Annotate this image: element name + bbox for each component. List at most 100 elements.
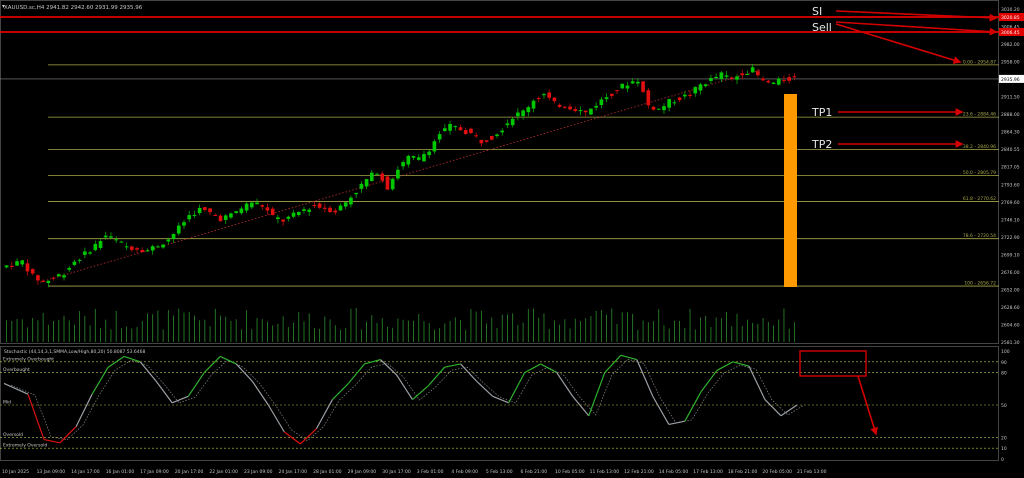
sell-label: Sell (812, 21, 832, 34)
candle-body (703, 84, 708, 87)
sell-arrow-1 (835, 21, 998, 36)
candle-body (390, 178, 395, 190)
candle-body (542, 94, 546, 96)
candle-body (469, 128, 473, 134)
candle-body (135, 248, 139, 250)
candle-body (448, 123, 452, 131)
candle-body (323, 207, 327, 209)
stoch-main-segment (444, 363, 461, 368)
candle-body (677, 97, 682, 101)
stoch-signal-line (10, 358, 805, 442)
stoch-main-segment (588, 372, 606, 417)
stoch-main-segment (716, 361, 734, 371)
candle-body (223, 215, 228, 220)
fib-label: 78.6 - 2720.54 (963, 233, 996, 239)
time-tick: 21 Feb 13:00 (797, 469, 827, 475)
candle-body (667, 99, 672, 108)
target-range-bar (784, 94, 797, 287)
candle-body (552, 97, 557, 102)
candle-body (729, 77, 734, 79)
sl-lines (0, 16, 999, 33)
candle-body (88, 252, 92, 254)
candle-body (328, 207, 332, 213)
candle-body (771, 82, 776, 85)
candle-body (453, 126, 458, 128)
candle-body (609, 93, 614, 96)
candle-body (213, 214, 218, 216)
candle-body (270, 208, 275, 216)
candle-body (385, 176, 390, 190)
candle-body (766, 80, 771, 83)
candle-body (510, 118, 515, 126)
candle-body (208, 208, 212, 213)
chart-header: XAUUSD.sc,H4 2941.82 2942.60 2931.99 293… (4, 5, 143, 11)
candle-body (709, 78, 713, 81)
candle-body (406, 155, 411, 165)
price-tick: 2746.10 (1001, 217, 1020, 223)
candle-body (51, 277, 56, 279)
candle-body (218, 215, 223, 222)
price-tick: 2982.00 (1001, 42, 1020, 48)
candle-body (750, 67, 755, 73)
fib-label: 100 - 2656.72 (964, 281, 996, 287)
trading-chart: XAUUSD.sc,H4 2941.82 2942.60 2931.99 293… (0, 0, 1024, 478)
candle-body (77, 259, 82, 261)
price-tick: 2840.55 (1001, 147, 1020, 153)
candle-body (119, 241, 124, 243)
stoch-main-segment (364, 359, 381, 365)
stoch-main-segment (460, 363, 478, 382)
stoch-level-label: Mid (3, 400, 11, 406)
fib-label: 0.00 - 2954.87 (963, 59, 996, 65)
stoch-main-segment (299, 428, 317, 445)
stoch-main-segment (764, 399, 782, 417)
stoch-level-label: Extremely Overbought (3, 356, 54, 362)
time-tick: 17 Jan 09:00 (140, 469, 169, 475)
fib-levels: 0.00 - 2954.87 23.6 - 2884.46 38.2 - 2840.… (0, 59, 999, 287)
candle-body (500, 130, 505, 133)
candle-body (516, 112, 520, 117)
time-tick: 20 Feb 05:00 (762, 469, 792, 475)
candle-body (161, 244, 165, 248)
time-tick: 10 Jan 2025 (2, 469, 29, 475)
stoch-main-segment (187, 372, 205, 397)
sl-price-tag-text: 3020.85 (1001, 15, 1020, 21)
candle-body (286, 216, 291, 219)
price-tick: 2652.00 (1001, 287, 1020, 293)
candle-body (25, 263, 30, 272)
candle-body (255, 202, 259, 205)
candle-body (354, 192, 358, 195)
candle-body (265, 207, 270, 211)
stoch-tick: 90 (1001, 360, 1007, 366)
stoch-main-segment (684, 391, 702, 422)
price-tick: 2581.30 (1001, 340, 1020, 346)
tp2-label: TP2 (811, 138, 832, 151)
candle-body (30, 269, 35, 274)
candle-body (359, 183, 364, 189)
candle-body (244, 203, 249, 211)
candle-body (505, 123, 510, 126)
candle-body (526, 107, 531, 113)
candle-body (93, 243, 98, 251)
candle-body (98, 241, 103, 248)
candle-body (474, 135, 478, 137)
candle-body (735, 76, 739, 80)
time-tick: 14 Jan 17:00 (71, 469, 100, 475)
candle-body (656, 108, 661, 110)
time-tick: 28 Jan 01:00 (313, 469, 342, 475)
candle-body (380, 173, 385, 181)
stoch-main-segment (75, 393, 93, 427)
volume-bars (6, 308, 795, 342)
candle-body (156, 246, 160, 248)
candle-body (651, 106, 656, 110)
time-tick: 12 Feb 21:00 (624, 469, 654, 475)
candle-body (479, 139, 484, 144)
candle-body (229, 213, 233, 218)
time-tick: 6 Feb 21:00 (520, 469, 547, 475)
candle-body (317, 203, 322, 208)
candle-body (714, 76, 718, 78)
time-tick: 23 Jan 09:00 (244, 469, 273, 475)
trend-line-dots (39, 69, 761, 283)
candle-body (56, 274, 61, 277)
candle-body (281, 219, 285, 222)
arrows (799, 10, 998, 436)
